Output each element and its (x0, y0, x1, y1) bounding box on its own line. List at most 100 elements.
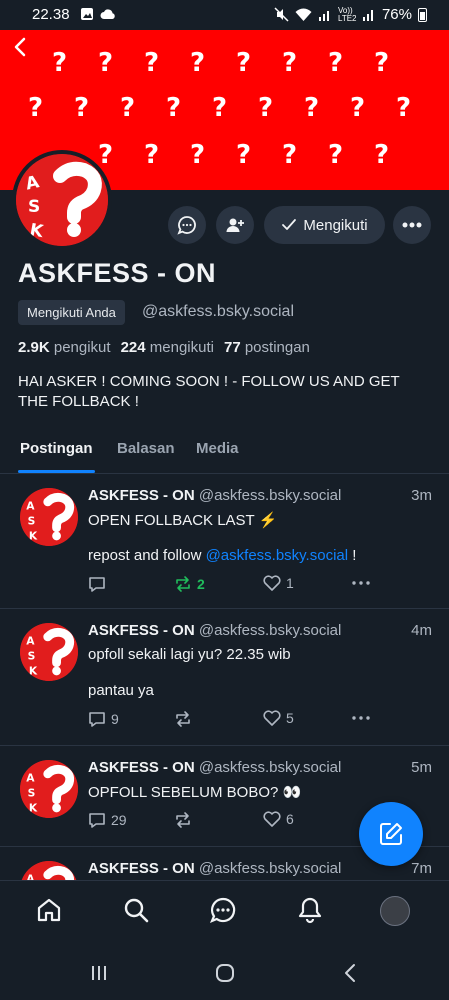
compose-button[interactable] (359, 802, 423, 866)
battery-icon (418, 7, 427, 22)
post-text: OPFOLL SEBELUM BOBO? 👀 (88, 784, 302, 801)
post-avatar[interactable]: ASK (20, 488, 78, 546)
profile-avatar[interactable]: A S K (12, 150, 112, 250)
post-author[interactable]: ASKFESS - ON @askfess.bsky.social (88, 759, 341, 776)
post-avatar[interactable]: ASK (20, 623, 78, 681)
repost-icon (176, 576, 190, 592)
following-stat[interactable]: 224 mengikuti (121, 339, 214, 356)
like-count: 1 (286, 575, 294, 591)
following-button-label: Mengikuti (303, 216, 368, 234)
nav-search[interactable] (122, 896, 150, 929)
nav-chat[interactable] (209, 896, 237, 929)
post-item[interactable]: ASK ASKFESS - ON @askfess.bsky.social 4m… (0, 610, 449, 746)
post-actions: 2 1 (88, 575, 373, 597)
more-horizontal-icon (352, 716, 370, 720)
post-avatar[interactable]: ASK (20, 760, 78, 818)
repost-icon (176, 812, 190, 828)
like-count: 5 (286, 710, 294, 726)
banner-question-mark: ? (190, 140, 206, 170)
add-to-list-button[interactable] (216, 206, 254, 244)
like-button[interactable]: 1 (263, 575, 294, 591)
mention-link[interactable]: @askfess.bsky.social (206, 547, 349, 564)
followers-stat[interactable]: 2.9K pengikut (18, 339, 111, 356)
repost-button[interactable]: 2 (174, 575, 205, 593)
banner-question-mark: ? (258, 93, 274, 123)
svg-text:K: K (29, 802, 38, 815)
reply-icon (89, 813, 105, 828)
reply-button[interactable]: 9 (88, 710, 119, 728)
gallery-icon (81, 8, 93, 20)
follows-you-badge: Mengikuti Anda (18, 300, 125, 325)
recents-icon[interactable] (90, 964, 108, 982)
repost-button[interactable] (174, 710, 192, 728)
ask-logo: ASK (20, 760, 78, 818)
ask-logo: A (21, 861, 77, 880)
post-item[interactable]: ASK ASKFESS - ON @askfess.bsky.social 3m… (0, 475, 449, 609)
repost-button[interactable] (174, 811, 192, 829)
nav-notifications[interactable] (296, 896, 324, 929)
post-avatar[interactable]: A (20, 861, 78, 880)
signal-icon (318, 11, 329, 21)
like-count: 6 (286, 811, 294, 827)
like-button[interactable]: 5 (263, 710, 294, 726)
heart-icon (263, 575, 281, 591)
banner-question-mark: ? (374, 140, 390, 170)
posts-stat: 77 postingan (223, 339, 310, 356)
back-chevron-icon[interactable] (343, 963, 357, 983)
banner-question-mark: ? (166, 93, 182, 123)
banner-question-mark: ? (28, 93, 44, 123)
banner-question-mark: ? (282, 48, 298, 78)
post-text-2: pantau ya (88, 682, 154, 699)
repost-icon (176, 711, 190, 727)
system-navigation (0, 942, 449, 1000)
tab-media[interactable]: Media (196, 440, 239, 457)
banner-question-mark: ? (304, 93, 320, 123)
active-tab-indicator (18, 470, 95, 473)
profile-stats: 2.9K pengikut 224 mengikuti 77 postingan (18, 339, 310, 356)
check-icon (282, 219, 297, 230)
home-icon (37, 898, 61, 922)
post-more-button[interactable] (352, 716, 370, 720)
heart-icon (263, 710, 281, 726)
banner-question-mark: ? (236, 48, 252, 78)
reply-button[interactable]: 29 (88, 811, 127, 829)
svg-text:A: A (26, 872, 35, 880)
profile-tabs: Postingan Balasan Media (0, 430, 449, 474)
like-button[interactable]: 6 (263, 811, 294, 827)
wifi-icon (295, 8, 312, 21)
home-circle-icon[interactable] (215, 963, 235, 983)
banner-question-mark: ? (236, 140, 252, 170)
profile-name: ASKFESS - ON (18, 258, 217, 288)
more-horizontal-icon (402, 222, 422, 228)
nav-home[interactable] (35, 896, 63, 929)
post-time: 5m (411, 759, 432, 776)
following-button[interactable]: Mengikuti (264, 206, 385, 244)
reply-icon (89, 577, 105, 592)
reply-count: 9 (111, 711, 119, 727)
repost-count: 2 (197, 576, 205, 592)
message-button[interactable] (168, 206, 206, 244)
banner-question-mark: ? (212, 93, 228, 123)
reply-icon (89, 712, 105, 727)
post-author[interactable]: ASKFESS - ON @askfess.bsky.social (88, 860, 341, 877)
svg-text:K: K (29, 665, 38, 678)
signal-icon-2 (362, 10, 373, 21)
more-options-button[interactable] (393, 206, 431, 244)
post-text: opfoll sekali lagi yu? 22.35 wib (88, 646, 291, 663)
tab-posts[interactable]: Postingan (20, 440, 93, 457)
chat-icon (209, 897, 236, 924)
reply-button[interactable] (88, 575, 106, 593)
nav-profile[interactable] (380, 896, 410, 926)
tab-replies[interactable]: Balasan (117, 440, 175, 457)
post-author[interactable]: ASKFESS - ON @askfess.bsky.social (88, 487, 341, 504)
post-more-button[interactable] (352, 581, 370, 585)
post-text: OPEN FOLLBACK LAST ⚡ (88, 512, 278, 529)
post-time: 4m (411, 622, 432, 639)
banner-question-mark: ? (98, 48, 114, 78)
banner-question-mark: ? (144, 48, 160, 78)
back-arrow-icon[interactable] (12, 36, 30, 58)
svg-text:A: A (26, 499, 35, 512)
svg-text:A: A (26, 634, 35, 647)
post-author[interactable]: ASKFESS - ON @askfess.bsky.social (88, 622, 341, 639)
cloud-icon (100, 9, 115, 19)
